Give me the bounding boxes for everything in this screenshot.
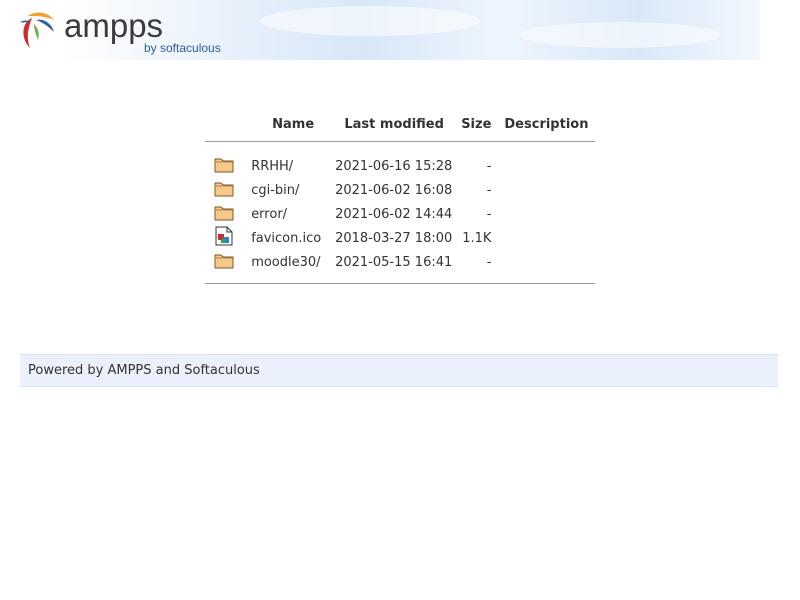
file-rows: RRHH/ 2021-06-16 15:28 - cgi-bin/ 2021-0… xyxy=(205,154,595,274)
file-size: - xyxy=(486,254,492,270)
file-size: - xyxy=(486,206,492,222)
size-sort-link[interactable]: Size xyxy=(461,117,491,132)
name-column-header[interactable]: Name xyxy=(251,112,335,136)
file-table: Name Last modified Size Description RRHH… xyxy=(205,112,595,288)
file-description xyxy=(491,202,595,226)
file-size: - xyxy=(486,158,492,174)
icon-column-header xyxy=(205,112,251,136)
folder-icon[interactable] xyxy=(214,252,234,273)
page-header: ampps by softaculous xyxy=(0,0,760,60)
directory-listing: Name Last modified Size Description RRHH… xyxy=(205,112,595,288)
folder-icon[interactable] xyxy=(214,156,234,177)
table-row: favicon.ico 2018-03-27 18:00 1.1K xyxy=(205,226,595,250)
folder-icon[interactable] xyxy=(214,204,234,225)
ampps-logo[interactable]: ampps by softaculous xyxy=(14,6,234,56)
header-rule xyxy=(205,136,595,146)
header-cloud xyxy=(260,6,480,36)
file-description xyxy=(491,250,595,274)
file-link[interactable]: moodle30/ xyxy=(251,255,320,270)
file-link[interactable]: favicon.ico xyxy=(251,231,321,246)
footer-rule xyxy=(205,278,595,288)
modified-date: 2021-06-02 16:08 xyxy=(335,182,453,198)
description-sort-link[interactable]: Description xyxy=(504,117,588,132)
modified-date: 2018-03-27 18:00 xyxy=(335,230,453,246)
file-description xyxy=(491,178,595,202)
name-sort-link[interactable]: Name xyxy=(272,117,314,132)
table-row: error/ 2021-06-02 14:44 - xyxy=(205,202,595,226)
file-link[interactable]: cgi-bin/ xyxy=(251,183,299,198)
table-row: moodle30/ 2021-05-15 16:41 - xyxy=(205,250,595,274)
divider xyxy=(205,140,595,142)
table-row: RRHH/ 2021-06-16 15:28 - xyxy=(205,154,595,178)
divider xyxy=(205,282,595,284)
powered-by-footer: Powered by AMPPS and Softaculous xyxy=(20,354,778,387)
table-header-row: Name Last modified Size Description xyxy=(205,112,595,136)
footer-text: Powered by AMPPS and Softaculous xyxy=(28,363,260,378)
folder-icon[interactable] xyxy=(214,180,234,201)
logo-wordmark: ampps xyxy=(64,7,164,44)
image-file-icon[interactable] xyxy=(214,226,234,250)
description-column-header[interactable]: Description xyxy=(491,112,595,136)
modified-date: 2021-05-15 16:41 xyxy=(335,254,453,270)
modified-date: 2021-06-02 14:44 xyxy=(335,206,453,222)
table-row: cgi-bin/ 2021-06-02 16:08 - xyxy=(205,178,595,202)
ampps-logo-icon xyxy=(20,12,54,48)
file-size: - xyxy=(486,182,492,198)
file-link[interactable]: RRHH/ xyxy=(251,159,293,174)
logo-tagline: by softaculous xyxy=(144,41,221,55)
file-size: 1.1K xyxy=(462,230,492,246)
file-link[interactable]: error/ xyxy=(251,207,287,222)
file-description xyxy=(491,154,595,178)
modified-date: 2021-06-16 15:28 xyxy=(335,158,453,174)
file-description xyxy=(491,226,595,250)
header-cloud xyxy=(520,22,720,48)
last-modified-column-header[interactable]: Last modified xyxy=(335,112,453,136)
last-modified-sort-link[interactable]: Last modified xyxy=(344,117,444,132)
size-column-header[interactable]: Size xyxy=(453,112,491,136)
